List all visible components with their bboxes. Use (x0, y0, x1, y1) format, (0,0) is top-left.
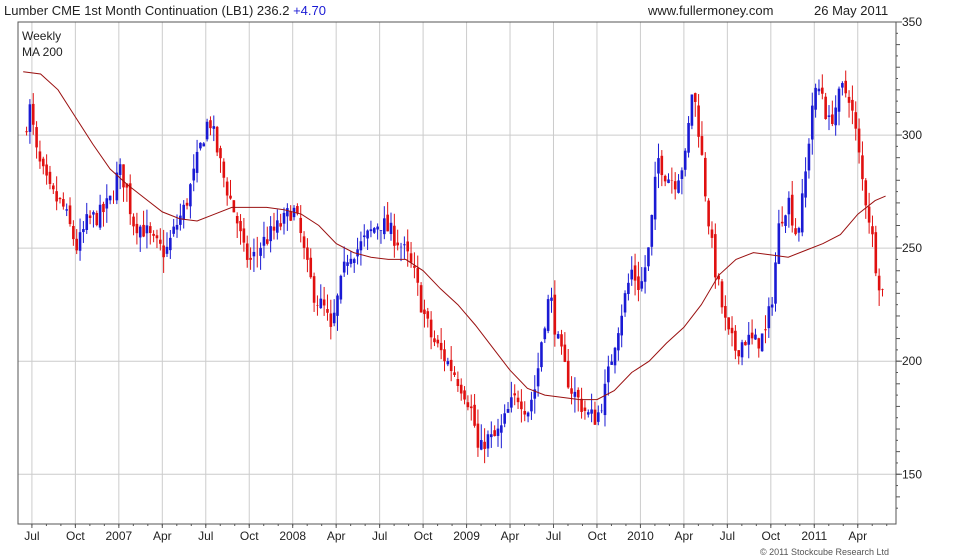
x-tick-label: Oct (761, 529, 780, 543)
x-tick-label: Oct (240, 529, 259, 543)
copyright: © 2011 Stockcube Research Ltd (760, 547, 889, 557)
y-tick-label: 250 (902, 241, 922, 255)
x-tick-label: Jul (720, 529, 735, 543)
legend-weekly: Weekly (22, 29, 61, 43)
x-tick-label: Jul (198, 529, 213, 543)
chart-title: Lumber CME 1st Month Continuation (LB1) … (4, 3, 326, 18)
x-tick-label: Jul (546, 529, 561, 543)
x-tick-label: Oct (588, 529, 607, 543)
y-tick-label: 350 (902, 15, 922, 29)
x-tick-label: Apr (848, 529, 867, 543)
x-tick-label: Apr (501, 529, 520, 543)
x-tick-label: Apr (327, 529, 346, 543)
x-tick-label: Apr (153, 529, 172, 543)
chart-title-text: Lumber CME 1st Month Continuation (LB1) … (4, 3, 289, 18)
chart-date: 26 May 2011 (814, 3, 888, 18)
y-tick-label: 150 (902, 467, 922, 481)
x-tick-label: 2009 (453, 529, 480, 543)
y-tick-label: 200 (902, 354, 922, 368)
site-url[interactable]: www.fullermoney.com (647, 3, 773, 18)
x-tick-label: Oct (414, 529, 433, 543)
x-tick-label: 2010 (627, 529, 654, 543)
x-tick-label: 2011 (801, 529, 827, 543)
x-tick-label: 2007 (105, 529, 132, 543)
x-tick-label: Apr (675, 529, 694, 543)
price-chart: Lumber CME 1st Month Continuation (LB1) … (0, 0, 980, 560)
x-tick-label: Jul (372, 529, 387, 543)
price-change: +4.70 (293, 3, 326, 18)
x-tick-label: 2008 (279, 529, 306, 543)
legend-ma: MA 200 (22, 45, 63, 59)
y-tick-label: 300 (902, 128, 922, 142)
x-tick-label: Oct (66, 529, 85, 543)
x-tick-label: Jul (24, 529, 39, 543)
